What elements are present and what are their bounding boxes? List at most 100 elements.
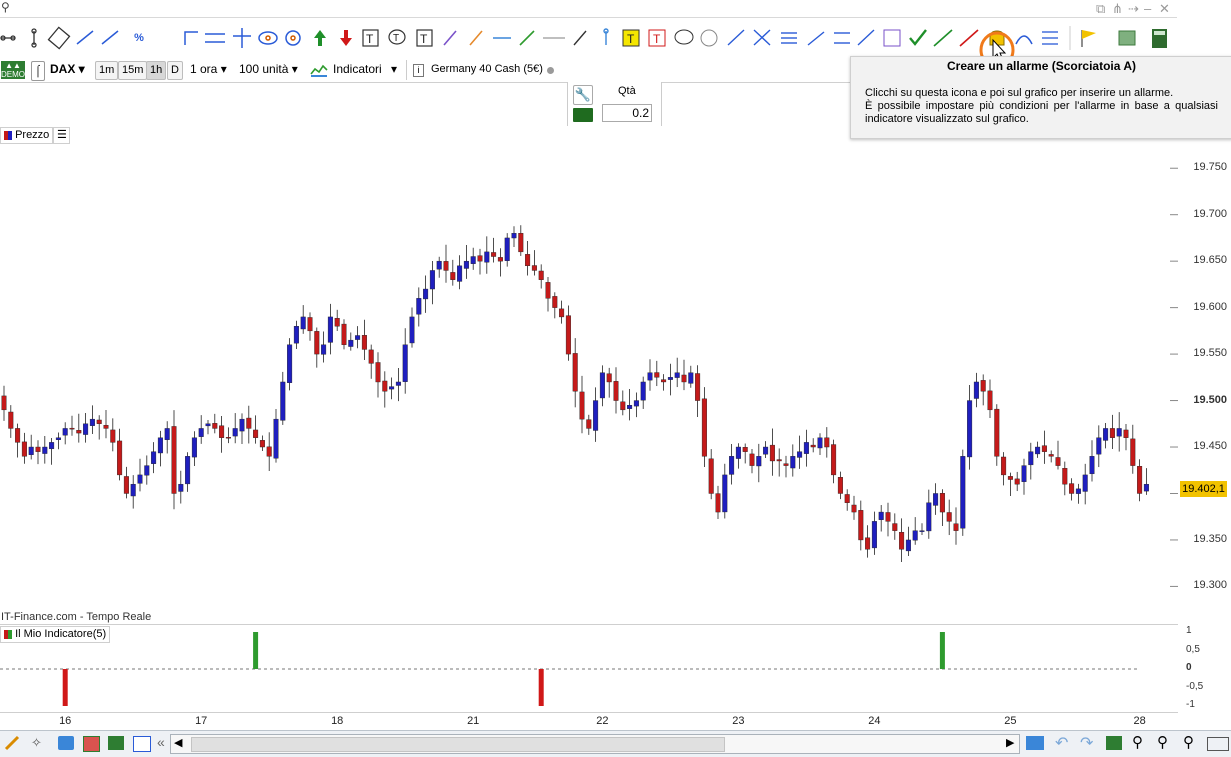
candle-body bbox=[212, 423, 218, 429]
candle-body bbox=[389, 386, 395, 390]
pin-icon[interactable]: ⋔ bbox=[1112, 1, 1123, 17]
candle-body bbox=[151, 451, 157, 464]
scroll-right-icon[interactable]: ▶ bbox=[1006, 736, 1014, 749]
price-axis[interactable]: 19.750 19.700 19.650 19.600 19.550 19.500 19.4… bbox=[1178, 127, 1231, 623]
timeframe-1h[interactable]: 1h bbox=[146, 61, 167, 80]
candle-body bbox=[865, 537, 871, 550]
candle-body bbox=[423, 288, 429, 300]
settings-icon[interactable]: ⌠ bbox=[31, 61, 45, 81]
pencil-icon[interactable] bbox=[4, 735, 22, 751]
candle-body bbox=[35, 446, 41, 452]
collapse-left-icon[interactable]: « bbox=[157, 734, 165, 750]
candle-body bbox=[973, 381, 979, 399]
instrument-name: Germany 40 Cash (5€) bbox=[431, 63, 543, 75]
tools-icon[interactable]: ✧ bbox=[31, 735, 42, 751]
date-axis[interactable]: 16 17 18 21 22 23 24 25 28 bbox=[0, 712, 1178, 730]
indicator-tick-label: -0,5 bbox=[1186, 680, 1204, 692]
qty-label: Qtà bbox=[618, 85, 636, 97]
candle-body bbox=[1014, 478, 1020, 485]
search-icon[interactable]: ⚲ bbox=[1, 0, 10, 14]
detach-icon[interactable]: ⇢ bbox=[1128, 1, 1139, 17]
timeframe-d[interactable]: D bbox=[167, 61, 183, 80]
candle-body bbox=[1055, 457, 1061, 466]
chart-window-icon[interactable] bbox=[133, 736, 151, 752]
candle-body bbox=[1041, 445, 1047, 452]
symbol-select[interactable]: DAX ▾ bbox=[50, 61, 85, 78]
instrument-bar: ▲▲ DEMO ⌠ DAX ▾ 1m 15m 1h D 1 ora ▾ 100 u… bbox=[0, 58, 850, 83]
candle-body bbox=[933, 493, 939, 506]
candle-body bbox=[76, 430, 82, 434]
candle-body bbox=[83, 423, 89, 435]
tooltip-line-1: Clicchi su questa icona e poi sul grafic… bbox=[865, 87, 1174, 99]
price-tick-label: 19.300 bbox=[1193, 579, 1227, 592]
candle-body bbox=[416, 298, 422, 315]
candle-body bbox=[919, 530, 925, 532]
candle-body bbox=[117, 440, 123, 476]
timeframe-15m[interactable]: 15m bbox=[118, 61, 148, 80]
indicator-tick-label: -1 bbox=[1186, 699, 1195, 710]
candle-body bbox=[21, 441, 27, 457]
candle-body bbox=[579, 391, 585, 420]
candle-body bbox=[810, 444, 816, 448]
zoom-in-icon[interactable]: ⚲ bbox=[1183, 733, 1194, 751]
orders-icon[interactable] bbox=[83, 736, 100, 752]
chart-scrollbar[interactable]: ◀ ▶ bbox=[170, 734, 1020, 754]
candle-body bbox=[300, 316, 306, 330]
candle-body bbox=[205, 423, 211, 427]
scroll-thumb[interactable] bbox=[191, 737, 725, 752]
candle-body bbox=[504, 237, 510, 261]
candle-body bbox=[912, 530, 918, 541]
price-chart[interactable]: IT-Finance.com - Tempo Reale bbox=[0, 127, 1178, 623]
candle-body bbox=[695, 373, 701, 401]
undo-icon[interactable]: ↶ bbox=[1055, 733, 1068, 753]
candle-body bbox=[89, 418, 95, 426]
candle-body bbox=[1, 395, 7, 411]
scroll-left-icon[interactable]: ◀ bbox=[174, 736, 182, 749]
alarm-tooltip: Creare un allarme (Scorciatoia A) Clicch… bbox=[850, 56, 1231, 139]
redo-icon[interactable]: ↷ bbox=[1080, 733, 1093, 753]
period-select[interactable]: 1 ora ▾ bbox=[190, 61, 227, 78]
positions-icon[interactable] bbox=[108, 736, 124, 750]
wrench-icon[interactable]: 🔧 bbox=[573, 85, 593, 105]
minimize-icon[interactable]: – bbox=[1144, 1, 1151, 16]
export-icon[interactable] bbox=[1106, 736, 1122, 750]
candle-body bbox=[1001, 456, 1007, 476]
candle-body bbox=[776, 459, 782, 462]
candle-body bbox=[824, 437, 830, 448]
tooltip-body: Clicchi su questa icona e poi sul grafic… bbox=[865, 87, 1218, 126]
candle-body bbox=[559, 308, 565, 318]
candle-body bbox=[518, 233, 524, 253]
candle-body bbox=[409, 316, 415, 344]
date-tick-label: 16 bbox=[59, 715, 72, 727]
close-icon[interactable]: ✕ bbox=[1159, 1, 1170, 17]
percent-tool-icon[interactable]: % bbox=[128, 27, 150, 49]
candle-body bbox=[375, 362, 381, 383]
keyboard-shortcut-icon[interactable] bbox=[1207, 737, 1229, 751]
candle-body bbox=[42, 446, 48, 454]
timeframe-1m[interactable]: 1m bbox=[95, 61, 119, 80]
indicator-pane[interactable]: Il Mio Indicatore(5) bbox=[0, 624, 1178, 713]
candle-body bbox=[1075, 488, 1081, 494]
info-icon[interactable]: i bbox=[413, 64, 424, 77]
indicators-dropdown-icon[interactable]: ▾ bbox=[391, 61, 397, 78]
order-panel: 🔧 Qtà bbox=[567, 82, 662, 126]
candle-body bbox=[450, 272, 456, 280]
indicator-bar bbox=[253, 632, 259, 669]
candle-body bbox=[688, 372, 694, 384]
qty-input[interactable] bbox=[602, 104, 652, 122]
create-alarm-button[interactable] bbox=[985, 27, 1011, 49]
units-select[interactable]: 100 unità ▾ bbox=[239, 61, 298, 78]
restore-icon[interactable]: ⧉ bbox=[1096, 1, 1105, 17]
indicators-button[interactable]: Indicatori bbox=[333, 61, 382, 78]
zoom-area-icon[interactable]: ⚲ bbox=[1132, 733, 1143, 751]
fit-screen-icon[interactable] bbox=[1026, 736, 1044, 750]
candle-body bbox=[885, 512, 891, 522]
chat-icon[interactable] bbox=[58, 736, 74, 750]
keyboard-icon[interactable] bbox=[573, 108, 593, 122]
indicators-icon bbox=[310, 62, 328, 78]
candle-body bbox=[266, 446, 272, 457]
candle-body bbox=[654, 372, 660, 378]
candle-body bbox=[1062, 468, 1068, 485]
candle-body bbox=[1007, 476, 1013, 480]
zoom-out-icon[interactable]: ⚲ bbox=[1157, 733, 1168, 751]
